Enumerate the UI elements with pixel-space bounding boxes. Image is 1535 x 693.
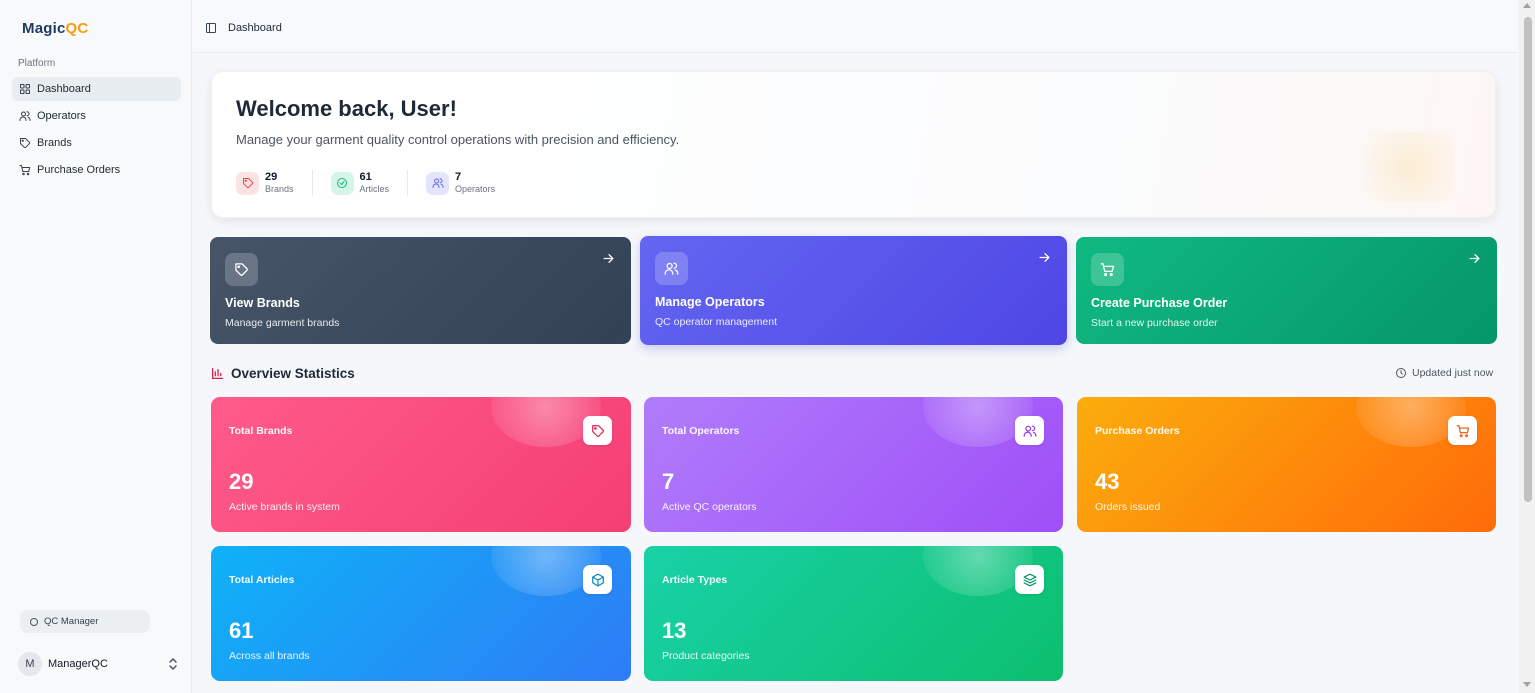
users-icon [19, 111, 31, 121]
arrow-right-icon [603, 254, 614, 263]
sidebar-item-operators[interactable]: Operators [12, 104, 181, 128]
overview-title: Overview Statistics [211, 366, 355, 381]
stat-desc: Orders issued [1095, 501, 1161, 513]
sidebar-nav: Dashboard Operators Brands Purchase Orde… [12, 77, 181, 185]
sidebar-item-brands[interactable]: Brands [12, 131, 181, 155]
stat-value: 43 [1095, 469, 1120, 494]
welcome-title: Welcome back, User! [236, 96, 457, 121]
tag-icon [235, 263, 248, 276]
role-badge: QC Manager [20, 610, 150, 633]
stat-desc: Active brands in system [229, 501, 340, 513]
stat-value: 61 [229, 618, 254, 643]
stat-title: Article Types [662, 574, 728, 586]
scrollbar-thumb[interactable] [1524, 17, 1532, 502]
stat-desc: Product categories [662, 650, 750, 662]
sidebar-item-label: Dashboard [37, 83, 91, 95]
arrow-right-icon [1039, 253, 1050, 262]
stat-card-total-operators: Total Operators 7 Active QC operators [644, 397, 1063, 532]
action-title: View Brands [225, 296, 300, 310]
stat-title: Total Brands [229, 425, 293, 437]
welcome-stats: 29 Brands 61 Articles 7 Operators [236, 170, 531, 196]
stat-card-article-types: Article Types 13 Product categories [644, 546, 1063, 681]
layers-icon [1023, 573, 1036, 586]
create-purchase-order-card[interactable]: Create Purchase Order Start a new purcha… [1076, 237, 1497, 344]
stat-title: Total Articles [229, 574, 295, 586]
stat-value: 13 [662, 618, 687, 643]
sidebar-section-label: Platform [18, 58, 56, 69]
manage-operators-card[interactable]: Manage Operators QC operator management [640, 236, 1067, 345]
box-icon [591, 573, 604, 586]
app-logo[interactable]: MagicQC [22, 20, 88, 37]
chevrons-up-down-icon [169, 658, 177, 670]
cart-icon [19, 165, 31, 176]
welcome-stat-brands: 29 Brands [236, 170, 313, 196]
grid-icon [20, 84, 30, 94]
bar-chart-icon [211, 367, 224, 380]
scroll-up-arrow[interactable] [1523, 3, 1531, 8]
avatar: M [18, 652, 42, 676]
users-icon [664, 262, 679, 275]
check-circle-icon [337, 178, 348, 188]
sidebar-item-label: Purchase Orders [37, 164, 121, 176]
tag-icon [20, 138, 31, 149]
welcome-subtitle: Manage your garment quality control oper… [236, 132, 680, 147]
action-title: Create Purchase Order [1091, 296, 1228, 310]
top-header: Dashboard [193, 0, 1517, 53]
scroll-down-arrow[interactable] [1523, 682, 1531, 687]
view-brands-card[interactable]: View Brands Manage garment brands [210, 237, 631, 344]
arrow-right-icon [1469, 254, 1480, 263]
stat-desc: Across all brands [229, 650, 310, 662]
clock-icon [1396, 368, 1406, 378]
action-title: Manage Operators [655, 295, 765, 309]
stat-title: Purchase Orders [1095, 425, 1180, 437]
welcome-stat-operators: 7 Operators [426, 170, 513, 196]
users-icon [1023, 424, 1036, 437]
tag-icon [591, 424, 604, 437]
action-desc: QC operator management [655, 316, 777, 328]
sidebar-item-purchase-orders[interactable]: Purchase Orders [12, 158, 181, 182]
user-name: ManagerQC [48, 658, 108, 670]
stat-card-purchase-orders: Purchase Orders 43 Orders issued [1077, 397, 1496, 532]
users-icon [432, 178, 444, 188]
updated-status: Updated just now [1395, 367, 1493, 379]
tag-icon [242, 178, 253, 189]
decorative-glow [1365, 132, 1455, 202]
sidebar-toggle-icon[interactable] [205, 22, 217, 34]
cart-icon [1100, 263, 1115, 277]
stat-desc: Active QC operators [662, 501, 757, 513]
sidebar-item-label: Operators [37, 110, 86, 122]
welcome-card: Welcome back, User! Manage your garment … [211, 71, 1496, 218]
user-menu[interactable]: M ManagerQC [18, 651, 178, 677]
stat-card-total-articles: Total Articles 61 Across all brands [211, 546, 631, 681]
stat-value: 29 [229, 469, 254, 494]
sidebar-item-dashboard[interactable]: Dashboard [12, 77, 181, 101]
action-desc: Manage garment brands [225, 317, 340, 329]
sidebar-item-label: Brands [37, 137, 72, 149]
action-desc: Start a new purchase order [1091, 317, 1218, 329]
circle-icon [30, 617, 38, 626]
cart-icon [1456, 424, 1469, 437]
sidebar: MagicQC Platform Dashboard Operators Bra… [0, 0, 192, 693]
stat-value: 7 [662, 469, 675, 494]
stat-card-total-brands: Total Brands 29 Active brands in system [211, 397, 631, 532]
stat-title: Total Operators [662, 425, 740, 437]
welcome-stat-articles: 61 Articles [330, 170, 409, 196]
breadcrumb[interactable]: Dashboard [228, 22, 282, 34]
